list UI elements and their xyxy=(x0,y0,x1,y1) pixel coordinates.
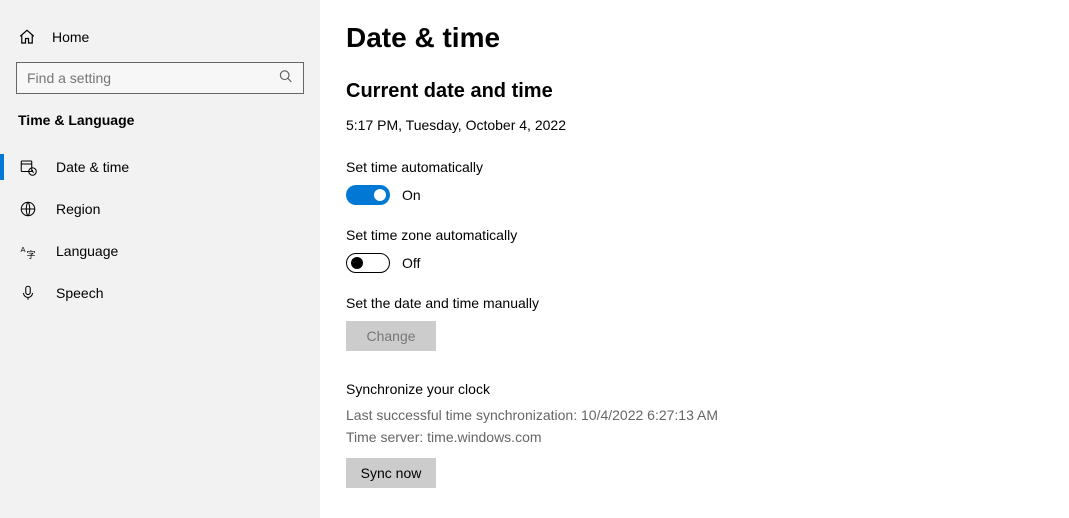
set-tz-auto-label: Set time zone automatically xyxy=(346,227,718,243)
search-wrap xyxy=(0,62,320,112)
microphone-icon xyxy=(18,284,38,302)
section-title: Current date and time xyxy=(346,80,718,103)
sync-last: Last successful time synchronization: 10… xyxy=(346,405,718,427)
sidebar-item-speech[interactable]: Speech xyxy=(0,272,320,314)
sidebar-item-date-time[interactable]: Date & time xyxy=(0,146,320,188)
sidebar-item-region[interactable]: Region xyxy=(0,188,320,230)
sidebar: Home Time & Language Date & time Region … xyxy=(0,0,320,518)
globe-icon xyxy=(18,200,38,218)
content: Date & time Current date and time 5:17 P… xyxy=(320,0,718,518)
set-time-auto-toggle[interactable] xyxy=(346,185,390,205)
sync-now-button[interactable]: Sync now xyxy=(346,458,436,488)
svg-text:字: 字 xyxy=(27,249,36,260)
home-label: Home xyxy=(52,29,89,45)
set-tz-auto-toggle[interactable] xyxy=(346,253,390,273)
set-time-auto-label: Set time automatically xyxy=(346,159,718,175)
sidebar-item-language[interactable]: A字 Language xyxy=(0,230,320,272)
sidebar-item-label: Date & time xyxy=(56,159,129,175)
set-tz-auto-state: Off xyxy=(402,255,420,271)
current-datetime: 5:17 PM, Tuesday, October 4, 2022 xyxy=(346,117,718,133)
sync-info: Last successful time synchronization: 10… xyxy=(346,405,718,448)
set-time-auto-state: On xyxy=(402,187,421,203)
sync-heading: Synchronize your clock xyxy=(346,381,718,397)
page-title: Date & time xyxy=(346,22,718,54)
sidebar-item-label: Region xyxy=(56,201,100,217)
sidebar-item-label: Speech xyxy=(56,285,103,301)
language-icon: A字 xyxy=(18,242,38,260)
change-button: Change xyxy=(346,321,436,351)
sidebar-item-label: Language xyxy=(56,243,118,259)
manual-label: Set the date and time manually xyxy=(346,295,718,311)
category-title: Time & Language xyxy=(0,112,320,146)
svg-text:A: A xyxy=(21,245,26,254)
home-icon xyxy=(18,28,36,46)
home-nav[interactable]: Home xyxy=(0,20,320,62)
sync-server: Time server: time.windows.com xyxy=(346,427,718,449)
search-input[interactable] xyxy=(16,62,304,94)
calendar-clock-icon xyxy=(18,158,38,176)
